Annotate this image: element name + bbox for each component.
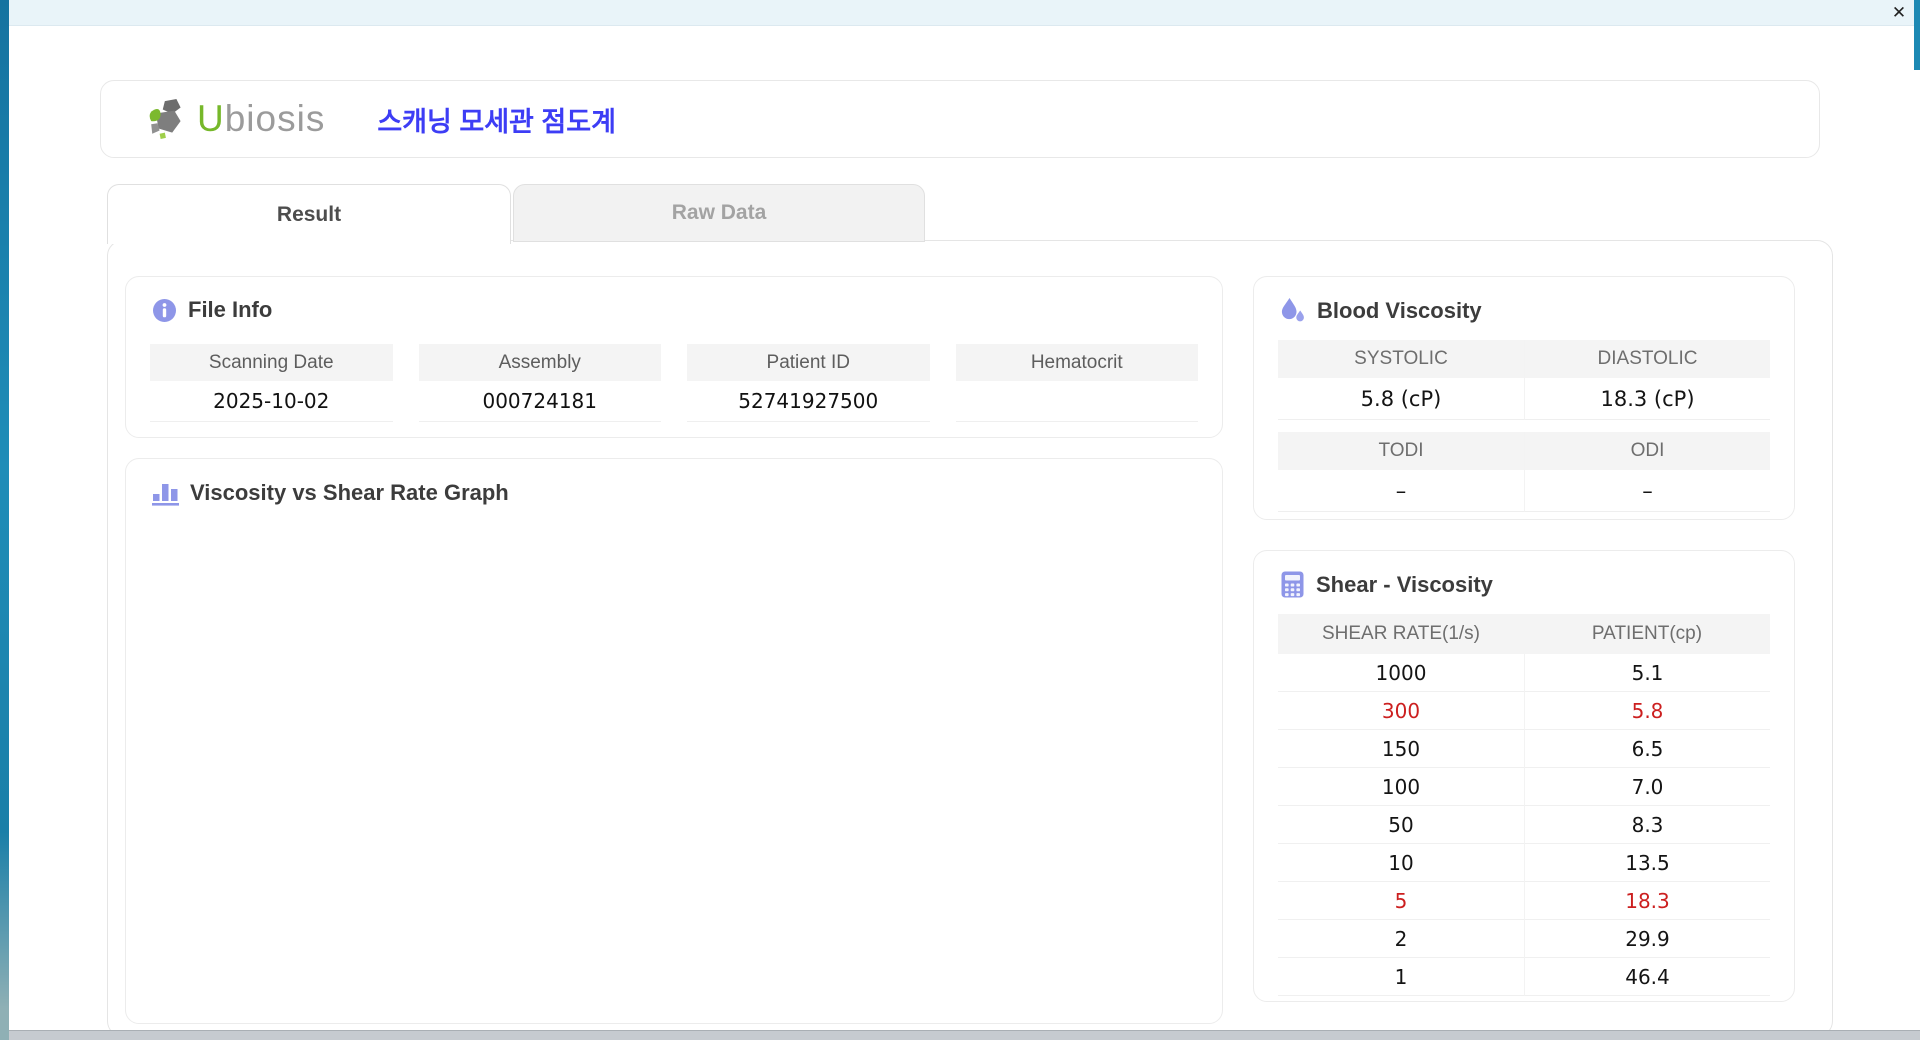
bv-table-1: TODI ODI – –: [1278, 432, 1770, 512]
table-row: 1 46.4: [1278, 958, 1770, 996]
sv-shear-rate-cell: 2: [1278, 920, 1524, 958]
bv-header-row: TODI ODI: [1278, 432, 1770, 470]
sv-shear-rate-cell: 300: [1278, 692, 1524, 730]
file-info-field-scanning-date: Scanning Date 2025-10-02: [150, 344, 393, 422]
sv-patient-cell: 13.5: [1524, 844, 1770, 882]
table-row: 150 6.5: [1278, 730, 1770, 768]
bv-header-systolic: SYSTOLIC: [1278, 340, 1524, 378]
file-info-title: File Info: [188, 297, 273, 322]
calculator-icon: [1281, 571, 1304, 598]
bv-value-diastolic: 18.3 (cP): [1524, 378, 1770, 420]
table-row: 1000 5.1: [1278, 654, 1770, 692]
shear-viscosity-title-row: Shear - Viscosity: [1254, 551, 1794, 598]
window-titlebar: ✕: [0, 0, 1920, 26]
field-label: Assembly: [418, 344, 661, 381]
table-row: 100 7.0: [1278, 768, 1770, 806]
sv-shear-rate-cell: 1: [1278, 958, 1524, 996]
bv-value-odi: –: [1524, 470, 1770, 512]
bv-value-todi: –: [1278, 470, 1524, 512]
droplets-icon: [1281, 298, 1304, 322]
app-header: Ubiosis 스캐닝 모세관 점도계: [100, 80, 1820, 158]
file-info-field-assembly: Assembly 000724181: [418, 344, 661, 422]
bv-header-diastolic: DIASTOLIC: [1524, 340, 1770, 378]
sv-patient-cell: 29.9: [1524, 920, 1770, 958]
tab-result[interactable]: Result: [107, 184, 511, 244]
blood-viscosity-card: Blood Viscosity SYSTOLIC DIASTOLIC 5.8 (cP…: [1253, 276, 1795, 520]
blood-viscosity-tables: SYSTOLIC DIASTOLIC 5.8 (cP) 18.3 (cP) TODI OD…: [1254, 324, 1794, 512]
shear-table-header: SHEAR RATE(1/s) PATIENT(cp): [1278, 614, 1770, 654]
bv-table-0: SYSTOLIC DIASTOLIC 5.8 (cP) 18.3 (cP): [1278, 340, 1770, 420]
sv-shear-rate-cell: 10: [1278, 844, 1524, 882]
bv-header-todi: TODI: [1278, 432, 1524, 470]
bv-value-row: 5.8 (cP) 18.3 (cP): [1278, 378, 1770, 420]
field-value: 2025-10-02: [150, 381, 393, 422]
shear-viscosity-card: Shear - Viscosity SHEAR RATE(1/s) PATIENT…: [1253, 550, 1795, 1002]
bv-header-odi: ODI: [1524, 432, 1770, 470]
field-value: 52741927500: [687, 381, 930, 422]
table-row: 2 29.9: [1278, 920, 1770, 958]
info-icon: [153, 298, 176, 322]
sv-shear-rate-cell: 1000: [1278, 654, 1524, 692]
viscosity-graph-card: Viscosity vs Shear Rate Graph: [125, 458, 1223, 1024]
graph-title: Viscosity vs Shear Rate Graph: [190, 479, 509, 505]
table-row: 300 5.8: [1278, 692, 1770, 730]
graph-title-row: Viscosity vs Shear Rate Graph: [126, 459, 1222, 506]
bv-value-systolic: 5.8 (cP): [1278, 378, 1524, 420]
sv-shear-rate-cell: 50: [1278, 806, 1524, 844]
table-row: 50 8.3: [1278, 806, 1770, 844]
field-label: Hematocrit: [955, 344, 1198, 381]
sv-patient-cell: 18.3: [1524, 882, 1770, 920]
file-info-fields: Scanning Date 2025-10-02 Assembly 000724181…: [126, 344, 1222, 422]
logo-biosis: biosis: [224, 98, 326, 139]
desktop-edge-left: [0, 0, 9, 1040]
sv-column-patient-cp: PATIENT(cp): [1524, 614, 1770, 654]
table-row: 10 13.5: [1278, 844, 1770, 882]
sv-patient-cell: 7.0: [1524, 768, 1770, 806]
file-info-title-row: File Info: [126, 277, 1222, 323]
sv-patient-cell: 46.4: [1524, 958, 1770, 996]
bv-header-row: SYSTOLIC DIASTOLIC: [1278, 340, 1770, 378]
field-value: 000724181: [418, 381, 661, 422]
sv-shear-rate-cell: 100: [1278, 768, 1524, 806]
sv-column-shear-rate-1-s: SHEAR RATE(1/s): [1278, 614, 1524, 654]
sv-shear-rate-cell: 5: [1278, 882, 1524, 920]
sv-patient-cell: 5.8: [1524, 692, 1770, 730]
app-title: 스캐닝 모세관 점도계: [377, 106, 616, 137]
sv-patient-cell: 6.5: [1524, 730, 1770, 768]
shear-table-body: 1000 5.1 300 5.8 150 6.5 100 7.0 50 8.3 10 13.5 5 18.…: [1278, 654, 1770, 996]
file-info-field-hematocrit: Hematocrit: [955, 344, 1198, 422]
file-info-field-patient-id: Patient ID 52741927500: [687, 344, 930, 422]
shear-viscosity-table: SHEAR RATE(1/s) PATIENT(cp) 1000 5.1 300 5.8…: [1278, 614, 1770, 996]
blood-viscosity-title-row: Blood Viscosity: [1254, 277, 1794, 324]
shear-viscosity-title: Shear - Viscosity: [1316, 571, 1493, 597]
field-value: [955, 381, 1198, 422]
sv-patient-cell: 5.1: [1524, 654, 1770, 692]
ubiosis-logo-icon: [149, 99, 181, 139]
desktop-edge-right: [1914, 0, 1920, 70]
ubiosis-logo-text: Ubiosis: [197, 98, 325, 140]
table-row: 5 18.3: [1278, 882, 1770, 920]
logo-u: U: [197, 98, 225, 139]
bar-chart-icon: [152, 484, 179, 506]
close-icon[interactable]: ✕: [1888, 3, 1910, 23]
file-info-card: File Info Scanning Date 2025-10-02 Assembl…: [125, 276, 1223, 438]
field-label: Patient ID: [687, 344, 930, 381]
blood-viscosity-title: Blood Viscosity: [1317, 297, 1482, 323]
desktop-taskbar-edge: [0, 1030, 1920, 1040]
sv-shear-rate-cell: 150: [1278, 730, 1524, 768]
field-label: Scanning Date: [150, 344, 393, 381]
bv-value-row: – –: [1278, 470, 1770, 512]
sv-patient-cell: 8.3: [1524, 806, 1770, 844]
tab-raw-data[interactable]: Raw Data: [513, 184, 925, 242]
